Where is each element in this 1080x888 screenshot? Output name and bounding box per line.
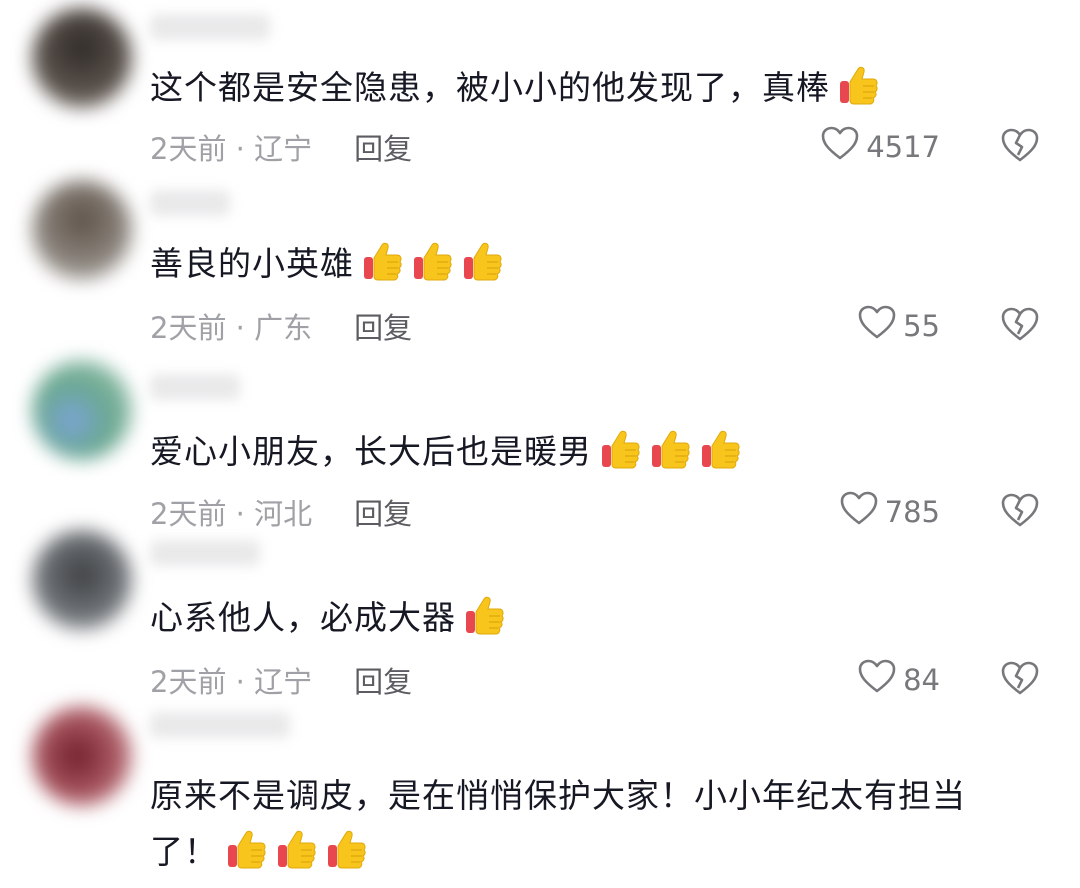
reply-button[interactable]: 回复 — [354, 311, 412, 345]
meta-separator: · — [226, 497, 255, 531]
avatar[interactable] — [32, 706, 132, 806]
like-count: 84 — [903, 662, 940, 697]
like-button[interactable]: 84 — [857, 658, 940, 701]
comment-text-content: 这个都是安全隐患，被小小的他发现了，真棒 — [150, 68, 830, 107]
like-button[interactable]: 785 — [839, 490, 940, 533]
comment-text: 这个都是安全隐患，被小小的他发现了，真棒 — [150, 60, 1030, 116]
thumbs-up-emoji — [360, 239, 404, 283]
thumbs-up-emoji — [648, 427, 692, 471]
meta-separator: · — [226, 665, 255, 699]
meta-separator: · — [226, 311, 255, 345]
thumbs-up-emoji — [224, 827, 268, 871]
comment-meta: 2天前 · 广东 回复 — [150, 305, 412, 347]
thumbs-up-emoji — [274, 827, 318, 871]
heart-outline-icon — [839, 490, 879, 533]
comment-meta: 2天前 · 辽宁 回复 — [150, 659, 412, 701]
emoji-group — [456, 596, 506, 637]
broken-heart-icon[interactable] — [1000, 306, 1040, 342]
emoji-group — [592, 430, 742, 471]
like-button[interactable]: 4517 — [820, 125, 940, 168]
reply-button[interactable]: 回复 — [354, 132, 412, 166]
comment-text: 善良的小英雄 — [150, 236, 1030, 292]
comment-location: 辽宁 — [254, 665, 313, 699]
thumbs-up-emoji — [598, 427, 642, 471]
avatar[interactable] — [32, 360, 132, 460]
comment-location: 河北 — [254, 497, 313, 531]
heart-outline-icon — [857, 658, 897, 701]
heart-outline-icon — [820, 125, 860, 168]
thumbs-up-emoji — [460, 239, 504, 283]
thumbs-up-emoji — [462, 593, 506, 637]
username[interactable] — [150, 540, 260, 566]
reply-button[interactable]: 回复 — [354, 665, 412, 699]
username[interactable] — [150, 190, 230, 216]
avatar[interactable] — [32, 8, 132, 108]
comment-location: 辽宁 — [254, 132, 313, 166]
thumbs-up-emoji — [324, 827, 368, 871]
comment-text-content: 爱心小朋友，长大后也是暖男 — [150, 432, 592, 471]
comment-time: 2天前 — [150, 665, 227, 699]
comment-location: 广东 — [254, 311, 313, 345]
like-count: 55 — [903, 308, 940, 343]
comment-text-content: 心系他人，必成大器 — [150, 598, 456, 637]
comment-time: 2天前 — [150, 497, 227, 531]
comment-meta: 2天前 · 河北 回复 — [150, 491, 412, 533]
thumbs-up-emoji — [836, 63, 880, 107]
reply-button[interactable]: 回复 — [354, 497, 412, 531]
broken-heart-icon[interactable] — [1000, 492, 1040, 528]
heart-outline-icon — [857, 304, 897, 347]
comment-time: 2天前 — [150, 132, 227, 166]
comment-meta: 2天前 · 辽宁 回复 — [150, 126, 412, 168]
like-count: 4517 — [866, 129, 940, 164]
emoji-group — [830, 66, 880, 107]
meta-separator: · — [226, 132, 255, 166]
username[interactable] — [150, 14, 270, 40]
thumbs-up-emoji — [698, 427, 742, 471]
comment-text: 原来不是调皮，是在悄悄保护大家！小小年纪太有担当了！ — [150, 768, 1030, 880]
broken-heart-icon[interactable] — [1000, 127, 1040, 163]
username[interactable] — [150, 374, 240, 400]
comment-text: 爱心小朋友，长大后也是暖男 — [150, 424, 1030, 480]
broken-heart-icon[interactable] — [1000, 660, 1040, 696]
emoji-group — [354, 242, 504, 283]
like-button[interactable]: 55 — [857, 304, 940, 347]
thumbs-up-emoji — [410, 239, 454, 283]
username[interactable] — [150, 712, 290, 738]
avatar[interactable] — [32, 530, 132, 630]
like-count: 785 — [884, 494, 940, 529]
comment-text: 心系他人，必成大器 — [150, 590, 1030, 646]
comment-text-content: 善良的小英雄 — [150, 244, 354, 283]
avatar[interactable] — [32, 180, 132, 280]
emoji-group — [218, 830, 368, 871]
comment-time: 2天前 — [150, 311, 227, 345]
